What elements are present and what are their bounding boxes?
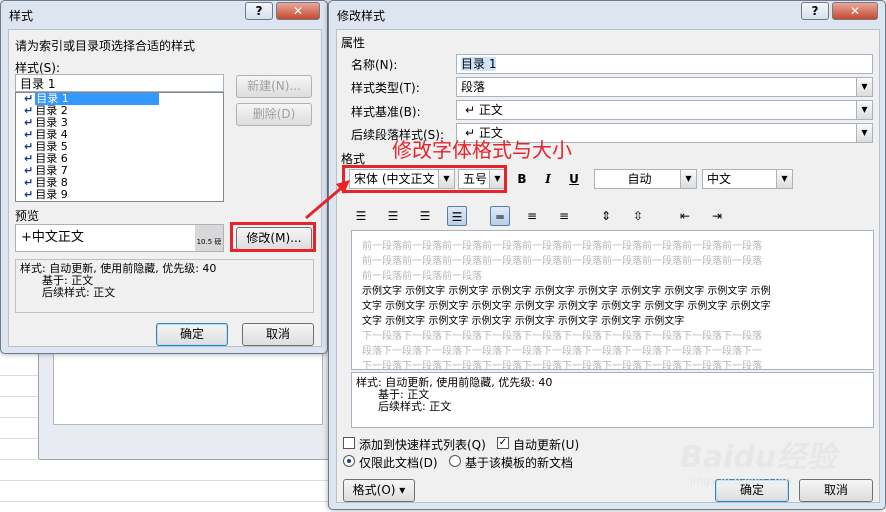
- align-right-icon[interactable]: ☰: [415, 206, 435, 226]
- preview-sample-line: 示例文字 示例文字 示例文字 示例文字 示例文字 示例文字 示例文字 示例文字 …: [362, 286, 771, 297]
- watermark-url: jingyan.baidu.com: [690, 474, 792, 487]
- increase-para-spacing-icon[interactable]: ⇕: [596, 206, 616, 226]
- align-center-icon[interactable]: ☰: [383, 206, 403, 226]
- new-docs-template-label: 基于该模板的新文档: [465, 456, 574, 470]
- style-type-select[interactable]: 段落 ▼: [456, 77, 873, 97]
- name-value: 目录 1: [461, 57, 497, 71]
- instruction-text: 请为索引或目录项选择合适的样式: [15, 39, 196, 53]
- bold-button[interactable]: B: [512, 169, 532, 189]
- chevron-down-icon: ▼: [856, 124, 872, 142]
- dialog-title: 样式: [9, 9, 34, 23]
- decrease-indent-icon[interactable]: ⇤: [675, 206, 695, 226]
- lang-value: 中文: [707, 172, 732, 186]
- new-docs-template-radio[interactable]: [449, 455, 461, 467]
- preview-prev-line: 前一段落前一段落前一段落前一段落前一段落前一段落前一段落前一段落前一段落前一段落: [362, 241, 762, 252]
- help-button[interactable]: ?: [801, 2, 829, 20]
- preview-next-line: 下一段落下一段落下一段落下一段落下一段落下一段落下一段落下一段落下一段落下一段落: [362, 361, 762, 370]
- preview-next-line: 下一段落下一段落下一段落下一段落下一段落下一段落下一段落下一段落下一段落下一段落: [362, 331, 762, 342]
- preview-size: 10.5 磅: [195, 225, 223, 251]
- only-this-doc-radio[interactable]: [343, 455, 355, 467]
- desc-line: 后续样式: 正文: [42, 286, 116, 299]
- annotation-text: 修改字体格式与大小: [392, 138, 572, 162]
- cancel-button[interactable]: 取消: [799, 479, 873, 502]
- add-quick-style-checkbox[interactable]: [343, 437, 355, 449]
- add-quick-style-label: 添加到快速样式列表(Q): [359, 438, 486, 452]
- properties-header: 属性: [341, 36, 366, 50]
- one-half-spacing-icon[interactable]: ≡: [522, 206, 542, 226]
- cancel-button[interactable]: 取消: [242, 323, 314, 346]
- delete-button[interactable]: 删除(D): [236, 103, 312, 126]
- style-description: 样式: 自动更新, 使用前隐藏, 优先级: 40 基于: 正文 后续样式: 正文: [15, 259, 314, 313]
- preview-sample-line: 文字 示例文字 示例文字 示例文字 示例文字 示例文字 示例文字 示例文字: [362, 316, 685, 327]
- chevron-down-icon: ▼: [856, 78, 872, 96]
- auto-update-checkbox[interactable]: ✓: [497, 437, 509, 449]
- format-preview: 前一段落前一段落前一段落前一段落前一段落前一段落前一段落前一段落前一段落前一段落…: [351, 230, 874, 370]
- only-this-doc-label: 仅限此文档(D): [359, 456, 438, 470]
- watermark-logo: Baidu经验: [680, 440, 837, 475]
- type-label: 样式类型(T):: [351, 81, 420, 95]
- color-value: 自动: [627, 172, 652, 186]
- decrease-para-spacing-icon[interactable]: ⇳: [628, 206, 648, 226]
- preview-text: +中文正文: [21, 230, 84, 245]
- chevron-down-icon: ▼: [856, 101, 872, 119]
- style-list-item-label: 目录 9: [35, 188, 68, 201]
- font-color-select[interactable]: 自动 ▼: [594, 169, 697, 189]
- preview-label: 预览: [15, 209, 40, 223]
- desc-line: 样式: 自动更新, 使用前隐藏, 优先级: 40: [356, 376, 553, 389]
- ok-button[interactable]: 确定: [156, 323, 228, 346]
- name-input[interactable]: 目录 1: [456, 54, 873, 74]
- preview-prev-line: 前一段落前一段落前一段落: [362, 271, 482, 282]
- base-label: 样式基准(B):: [351, 105, 421, 119]
- underline-button[interactable]: U: [564, 169, 584, 189]
- name-label: 名称(N):: [351, 58, 398, 72]
- preview-next-line: 段落下一段落下一段落下一段落下一段落下一段落下一段落下一段落下一段落下一段落下一: [362, 346, 762, 357]
- base-value: ↵ 正文: [465, 103, 503, 117]
- red-arrow: [305, 180, 350, 220]
- close-button[interactable]: ✕: [276, 2, 320, 20]
- preview-prev-line: 前一段落前一段落前一段落前一段落前一段落前一段落前一段落前一段落前一段落前一段落: [362, 256, 762, 267]
- preview-sample-line: 文字 示例文字 示例文字 示例文字 示例文字 示例文字 示例文字 示例文字 示例…: [362, 301, 771, 312]
- help-button[interactable]: ?: [245, 2, 273, 20]
- style-description: 样式: 自动更新, 使用前隐藏, 优先级: 40 基于: 正文 后续样式: 正文: [351, 372, 874, 428]
- single-spacing-icon[interactable]: ═: [490, 206, 510, 226]
- dialog-title: 修改样式: [337, 9, 386, 23]
- style-preview: +中文正文 10.5 磅: [15, 224, 224, 252]
- double-spacing-icon[interactable]: ≡: [554, 206, 574, 226]
- increase-indent-icon[interactable]: ⇥: [707, 206, 727, 226]
- italic-button[interactable]: I: [538, 169, 558, 189]
- chevron-down-icon: ▼: [680, 170, 696, 188]
- auto-update-label: 自动更新(U): [513, 438, 580, 452]
- close-button[interactable]: ✕: [832, 2, 878, 20]
- chevron-down-icon: ▼: [776, 170, 792, 188]
- dialog-body: 请为索引或目录项选择合适的样式 样式(S): 目录 1 ↵ 目录 1 ↵ 目录 2 ↵ 目…: [8, 29, 322, 347]
- style-dialog: 样式 ? ✕ 请为索引或目录项选择合适的样式 样式(S): 目录 1 ↵ 目录 1…: [0, 0, 328, 354]
- justify-icon[interactable]: ☰: [447, 206, 467, 226]
- type-value: 段落: [461, 80, 486, 94]
- new-button[interactable]: 新建(N)...: [236, 75, 312, 98]
- style-list-item[interactable]: ↵ 目录 9: [16, 189, 223, 201]
- format-menu-button[interactable]: 格式(O) ▾: [343, 479, 415, 502]
- language-select[interactable]: 中文 ▼: [702, 169, 793, 189]
- desc-line: 后续样式: 正文: [378, 400, 452, 413]
- paragraph-mark-icon: ↵: [24, 188, 34, 201]
- styles-list[interactable]: ↵ 目录 1 ↵ 目录 2 ↵ 目录 3 ↵ 目录 4 ↵ 目录 5 ↵ 目录 6 ↵ 目录 7 ↵ 目录 8…: [15, 92, 224, 202]
- style-name-input[interactable]: 目录 1: [15, 74, 224, 92]
- style-base-select[interactable]: ↵ 正文 ▼: [456, 100, 873, 120]
- font-size-highlight-box: [342, 165, 507, 193]
